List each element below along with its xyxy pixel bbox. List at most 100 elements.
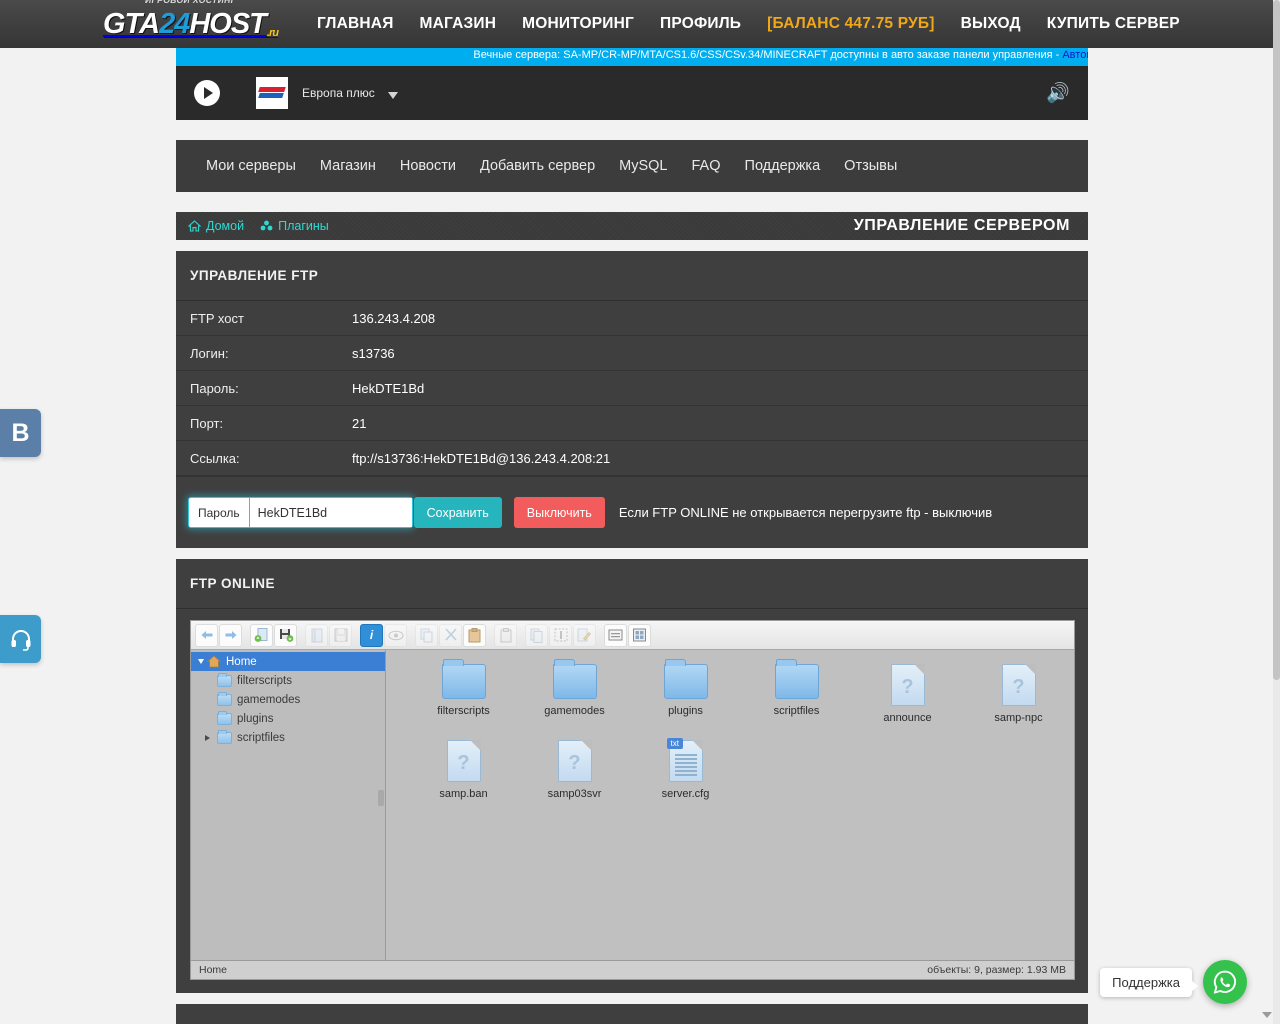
- new-folder-icon[interactable]: [305, 623, 328, 647]
- whatsapp-icon: [1213, 970, 1237, 994]
- folder-icon: [441, 659, 486, 699]
- file-name: announce: [883, 712, 932, 724]
- breadcrumb-home-label: Домой: [206, 219, 245, 233]
- tree-node-label: filterscripts: [237, 674, 292, 687]
- save-button[interactable]: Сохранить: [413, 497, 502, 528]
- row-value: s13736: [352, 345, 395, 361]
- menu-item-moi-servery[interactable]: Мои серверы: [194, 158, 308, 174]
- menu-item-faq[interactable]: FAQ: [680, 158, 733, 174]
- side-widget-bar: В: [0, 409, 41, 457]
- nav-item-glavnaya[interactable]: ГЛАВНАЯ: [304, 15, 407, 33]
- breadcrumb-plugins[interactable]: Плагины: [260, 219, 329, 233]
- forward-icon[interactable]: [219, 623, 242, 647]
- tree-node-plugins[interactable]: plugins: [191, 709, 385, 728]
- file-name: server.cfg: [661, 788, 710, 800]
- ftp-management-panel: УПРАВЛЕНИЕ FTP FTP хост 136.243.4.208 Ло…: [176, 251, 1088, 548]
- copy-icon[interactable]: [415, 623, 438, 647]
- chevron-down-icon[interactable]: [387, 91, 398, 99]
- menu-item-otzyvy[interactable]: Отзывы: [832, 158, 909, 174]
- ftp-panel-title: УПРАВЛЕНИЕ FTP: [176, 251, 1088, 301]
- folder-icon: [217, 672, 232, 687]
- whatsapp-label[interactable]: Поддержка: [1100, 967, 1198, 997]
- file-item-server-cfg[interactable]: txt server.cfg: [630, 738, 741, 800]
- station-name: Европа плюс: [302, 86, 375, 100]
- tree-node-gamemodes[interactable]: gamemodes: [191, 690, 385, 709]
- logo-part-1: GTA: [103, 7, 160, 40]
- table-row: Порт: 21: [176, 406, 1088, 441]
- unknown-file-icon: ?: [446, 740, 481, 782]
- play-icon[interactable]: [194, 80, 220, 106]
- headset-icon: [11, 630, 30, 651]
- marquee-main: Вечные сервера: SA-MP/CR-MP/MTA/CS1.6/CS…: [473, 49, 1063, 61]
- file-item-samp-ban[interactable]: ? samp.ban: [408, 740, 519, 800]
- info-icon[interactable]: i: [360, 623, 383, 647]
- tree-scrollbar[interactable]: [378, 790, 384, 806]
- nav-item-magazin[interactable]: МАГАЗИН: [407, 15, 510, 33]
- support-button[interactable]: [0, 615, 41, 663]
- file-item-scriptfiles[interactable]: scriptfiles: [741, 659, 852, 724]
- volume-icon[interactable]: 🔊: [1046, 84, 1070, 103]
- file-item-announce[interactable]: ? announce: [852, 664, 963, 724]
- edit-icon[interactable]: [573, 623, 596, 647]
- collapse-widget-icon[interactable]: [1262, 1012, 1272, 1018]
- download-icon[interactable]: [274, 623, 297, 647]
- tree-node-home[interactable]: Home: [191, 652, 385, 671]
- spacer: [176, 120, 1088, 140]
- file-item-samp-npc[interactable]: ? samp-npc: [963, 664, 1074, 724]
- folder-icon: [217, 691, 232, 706]
- unknown-file-icon: ?: [1001, 664, 1036, 706]
- nav-item-monitoring[interactable]: МОНИТОРИНГ: [509, 15, 647, 33]
- file-item-gamemodes[interactable]: gamemodes: [519, 659, 630, 724]
- disable-ftp-button[interactable]: Выключить: [513, 497, 605, 528]
- menu-item-mysql[interactable]: MySQL: [607, 158, 679, 174]
- file-item-filterscripts[interactable]: filterscripts: [408, 659, 519, 724]
- select-all-icon[interactable]: [549, 623, 572, 647]
- nav-item-profil[interactable]: ПРОФИЛЬ: [647, 15, 754, 33]
- folder-icon: [774, 659, 819, 699]
- whatsapp-button[interactable]: [1203, 960, 1247, 1004]
- grid-view-icon[interactable]: [628, 623, 651, 647]
- file-item-samp03svr[interactable]: ? samp03svr: [519, 740, 630, 800]
- site-logo[interactable]: ИГРОВОЙ ХОСТИНГ GTA 24 HOST .ru: [103, 0, 279, 41]
- nav-item-vyhod[interactable]: ВЫХОД: [948, 15, 1034, 33]
- toolbar-group-info: i: [360, 623, 407, 647]
- nav-item-balance[interactable]: [БАЛАНС 447.75 РУБ]: [754, 15, 947, 33]
- file-item-plugins[interactable]: plugins: [630, 659, 741, 724]
- breadcrumb-home[interactable]: Домой: [188, 219, 244, 233]
- row-value: 21: [352, 415, 367, 431]
- cut-icon[interactable]: [439, 623, 462, 647]
- clipboard-icon[interactable]: [494, 623, 517, 647]
- logo-part-2: 24: [159, 7, 190, 40]
- password-input[interactable]: [249, 498, 412, 527]
- vk-button[interactable]: В: [0, 409, 41, 457]
- preview-icon[interactable]: [384, 623, 407, 647]
- page-scrollbar-thumb[interactable]: [1273, 0, 1280, 680]
- page-scrollbar[interactable]: [1273, 0, 1280, 1024]
- tree-node-label: scriptfiles: [237, 731, 285, 744]
- paste-icon[interactable]: [463, 623, 486, 647]
- nav-item-kupit-server[interactable]: КУПИТЬ СЕРВЕР: [1034, 15, 1193, 33]
- tree-node-filterscripts[interactable]: filterscripts: [191, 671, 385, 690]
- file-name: samp.ban: [439, 788, 488, 800]
- list-view-icon[interactable]: [604, 623, 627, 647]
- breadcrumb-plugins-label: Плагины: [278, 219, 329, 233]
- spacer-2: [176, 192, 1088, 212]
- menu-item-novosti[interactable]: Новости: [388, 158, 468, 174]
- tree-node-scriptfiles[interactable]: scriptfiles: [191, 728, 385, 747]
- menu-item-magazin[interactable]: Магазин: [308, 158, 388, 174]
- text-lines: [674, 754, 697, 778]
- table-row: Логин: s13736: [176, 336, 1088, 371]
- file-manager: i Home filterscripts gamemodes plugins s…: [190, 620, 1075, 980]
- back-icon[interactable]: [195, 623, 218, 647]
- marquee-highlight[interactable]: Автома: [1062, 49, 1088, 61]
- menu-item-dobavit-server[interactable]: Добавить сервер: [468, 158, 607, 174]
- menu-item-podderzhka[interactable]: Поддержка: [733, 158, 833, 174]
- chevron-down-icon[interactable]: [195, 659, 207, 664]
- row-label: FTP хост: [190, 310, 244, 326]
- upload-icon[interactable]: [250, 623, 273, 647]
- secondary-menu: Мои серверы Магазин Новости Добавить сер…: [176, 140, 1088, 192]
- logo-tagline: ИГРОВОЙ ХОСТИНГ: [145, 0, 236, 5]
- save-icon[interactable]: [329, 623, 352, 647]
- chevron-right-icon[interactable]: [201, 734, 213, 741]
- duplicate-icon[interactable]: [525, 623, 548, 647]
